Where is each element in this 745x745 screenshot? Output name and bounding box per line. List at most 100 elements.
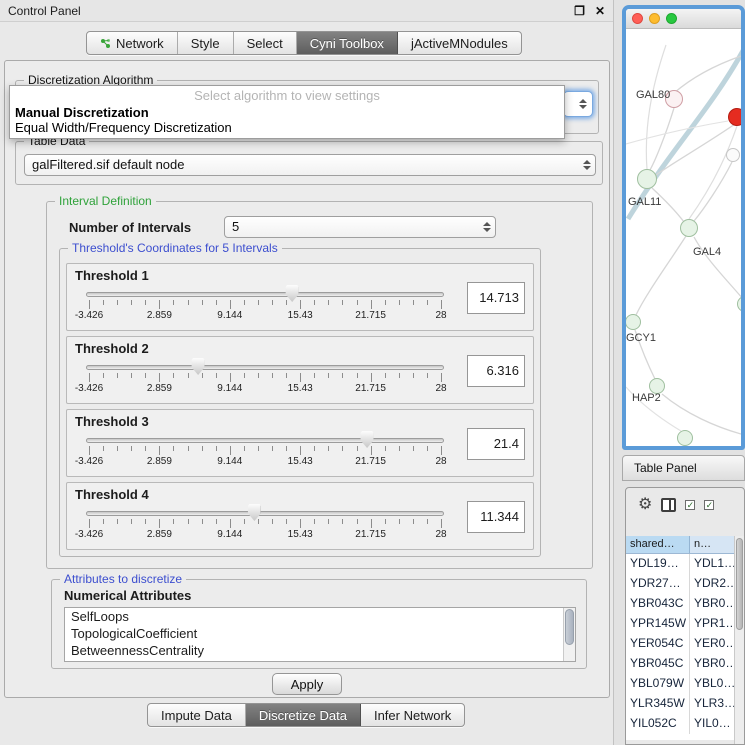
network-node[interactable] [677, 430, 693, 446]
table-row[interactable]: YPR145WYPR1… [626, 614, 744, 634]
numerical-attributes-list: SelfLoopsTopologicalCoefficientBetweenne… [64, 607, 576, 662]
table-row[interactable]: YBR045CYBR0… [626, 654, 744, 674]
tab-label: Infer Network [374, 708, 451, 723]
threshold-label: Threshold 1 [75, 268, 149, 283]
node-label-gal11: GAL11 [628, 196, 661, 208]
zoom-traffic-icon[interactable] [666, 13, 677, 24]
apply-button[interactable]: Apply [272, 673, 342, 695]
list-item-selfloops[interactable]: SelfLoops [65, 608, 575, 625]
threshold-slider-1[interactable]: -3.4262.8599.14415.4321.71528 [75, 286, 455, 328]
menu-item-equal-width-frequency-discretization[interactable]: Equal Width/Frequency Discretization [10, 120, 564, 135]
slider-axis-labels: -3.4262.8599.14415.4321.71528 [89, 529, 441, 541]
threshold-panel-2: Threshold 2-3.4262.8599.14415.4321.71528… [66, 336, 534, 404]
control-panel-window: Control Panel ❐ ✕ NetworkStyleSelectCyni… [0, 0, 614, 745]
algorithm-dropdown-menu: Select algorithm to view settings Manual… [9, 85, 565, 139]
tab-style[interactable]: Style [178, 32, 234, 54]
table-panel-header[interactable]: Table Panel [622, 455, 745, 481]
tab-impute-data[interactable]: Impute Data [148, 704, 246, 726]
slider-track[interactable] [86, 292, 444, 297]
threshold-panel-4: Threshold 4-3.4262.8599.14415.4321.71528… [66, 482, 534, 550]
slider-ticks [89, 446, 441, 455]
top-tab-bar: Network Style Select Cyni Toolbox jActiveMNo… [86, 31, 522, 55]
slider-track[interactable] [86, 365, 444, 370]
select-check-icon[interactable]: ✓ [704, 500, 714, 510]
table-row[interactable]: YER054CYER0… [626, 634, 744, 654]
cell-shared-name: YPR145W [626, 614, 690, 634]
threshold-value-field[interactable]: 14.713 [467, 282, 525, 314]
cell-shared-name: YBL079W [626, 674, 690, 694]
list-item-topologicalcoefficient[interactable]: TopologicalCoefficient [65, 625, 575, 642]
minimize-traffic-icon[interactable] [649, 13, 660, 24]
threshold-value-field[interactable]: 6.316 [467, 355, 525, 387]
table-row[interactable]: YIL052CYIL0… [626, 714, 744, 734]
threshold-slider-3[interactable]: -3.4262.8599.14415.4321.71528 [75, 432, 455, 474]
table-scrollbar[interactable] [734, 536, 744, 744]
threshold-value-field[interactable]: 21.4 [467, 428, 525, 460]
threshold-slider-2[interactable]: -3.4262.8599.14415.4321.71528 [75, 359, 455, 401]
tab-network[interactable]: Network [87, 32, 178, 54]
restore-icon[interactable]: ❐ [574, 4, 585, 18]
table-row[interactable]: YBL079WYBL0… [626, 674, 744, 694]
slider-inner: -3.4262.8599.14415.4321.71528 [89, 432, 441, 474]
threshold-value-field[interactable]: 11.344 [467, 501, 525, 533]
stepper-icon [577, 97, 588, 111]
threshold-slider-4[interactable]: -3.4262.8599.14415.4321.71528 [75, 505, 455, 547]
table-row[interactable]: YBR043CYBR0… [626, 594, 744, 614]
stepper-icon [481, 220, 492, 234]
bottom-tab-bar: Impute Data Discretize Data Infer Network [147, 703, 465, 727]
network-node-gal4[interactable] [680, 219, 698, 237]
close-icon[interactable]: ✕ [595, 4, 605, 18]
table-data-combobox[interactable]: galFiltered.sif default node [24, 154, 596, 176]
numerical-attributes-label: Numerical Attributes [64, 588, 191, 603]
columns-icon[interactable] [661, 498, 676, 512]
algorithm-placeholder: Select algorithm to view settings [10, 86, 564, 105]
table-panel-window: ⚙ ✓ ✓ shared… n… YDL19…YDL1…YDR27…YDR2…Y… [625, 487, 745, 745]
tab-label: Select [247, 36, 283, 51]
cell-shared-name: YER054C [626, 634, 690, 654]
close-traffic-icon[interactable] [632, 13, 643, 24]
slider-axis-labels: -3.4262.8599.14415.4321.71528 [89, 383, 441, 395]
column-header-shared-name[interactable]: shared… [626, 536, 690, 554]
network-canvas[interactable]: GAL80GAL11GAL4GCY1HAP2 [626, 29, 741, 446]
table-row[interactable]: YDL19…YDL1… [626, 554, 744, 574]
tab-select[interactable]: Select [234, 32, 297, 54]
number-of-intervals-combobox[interactable]: 5 [224, 216, 496, 238]
network-node[interactable] [726, 148, 740, 162]
tab-label: Network [116, 36, 164, 51]
table-row[interactable]: YDR27…YDR2… [626, 574, 744, 594]
slider-track[interactable] [86, 511, 444, 516]
slider-inner: -3.4262.8599.14415.4321.71528 [89, 505, 441, 547]
list-scrollbar[interactable] [563, 608, 575, 661]
tab-jactivemnodules[interactable]: jActiveMNodules [398, 32, 521, 54]
tab-label: Impute Data [161, 708, 232, 723]
tab-label: Discretize Data [259, 708, 347, 723]
cyni-toolbox-panel: Discretization Algorithm Select algorith… [4, 60, 610, 698]
gear-icon[interactable]: ⚙ [638, 497, 652, 513]
slider-ticks [89, 300, 441, 309]
table-data-group: Table Data galFiltered.sif default node [15, 141, 603, 185]
table-header-row: shared… n… [626, 536, 744, 554]
cell-shared-name: YBR043C [626, 594, 690, 614]
tab-discretize-data[interactable]: Discretize Data [246, 704, 361, 726]
tab-label: jActiveMNodules [411, 36, 508, 51]
network-node-gcy1[interactable] [625, 314, 641, 330]
network-icon [100, 38, 111, 49]
network-node[interactable] [728, 108, 745, 126]
number-of-intervals-label: Number of Intervals [69, 220, 191, 235]
group-title: Threshold's Coordinates for 5 Intervals [68, 241, 282, 255]
tab-infer-network[interactable]: Infer Network [361, 704, 464, 726]
attributes-group: Attributes to discretize Numerical Attri… [51, 579, 587, 669]
algorithm-combobox[interactable] [563, 91, 593, 117]
node-label-gal4: GAL4 [693, 246, 721, 258]
tab-cyni-toolbox[interactable]: Cyni Toolbox [297, 32, 398, 54]
list-item-betweennesscentrality[interactable]: BetweennessCentrality [65, 642, 575, 659]
cell-shared-name: YBR045C [626, 654, 690, 674]
node-label-gcy1: GCY1 [626, 332, 656, 344]
menu-item-manual-discretization[interactable]: Manual Discretization [10, 105, 564, 120]
thresholds-group: Threshold's Coordinates for 5 Intervals … [59, 248, 541, 557]
table-row[interactable]: YLR345WYLR3… [626, 694, 744, 714]
select-all-check-icon[interactable]: ✓ [685, 500, 695, 510]
slider-inner: -3.4262.8599.14415.4321.71528 [89, 359, 441, 401]
network-node-gal11[interactable] [637, 169, 657, 189]
slider-track[interactable] [86, 438, 444, 443]
